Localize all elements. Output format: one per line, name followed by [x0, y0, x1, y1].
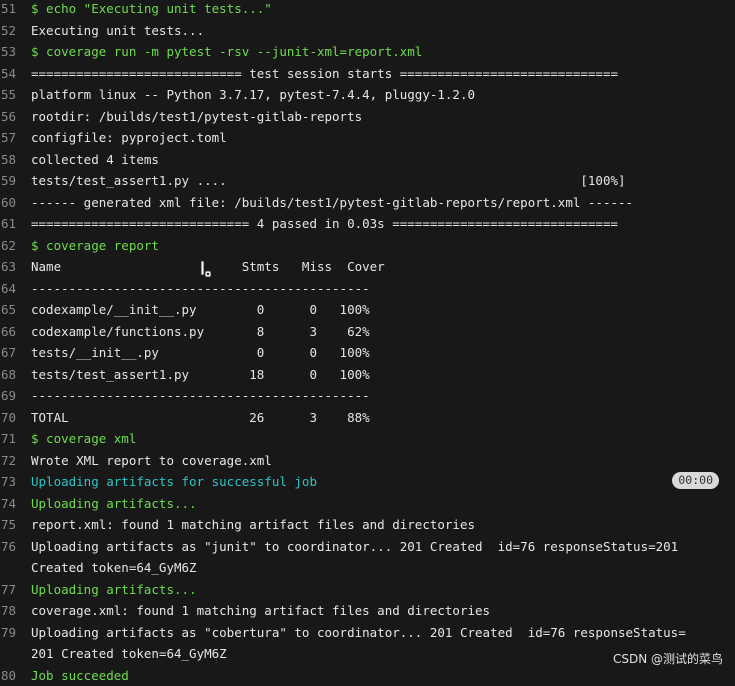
log-line-text: codexample/__init__.py 0 0 100%	[31, 299, 370, 321]
line-number[interactable]: 52	[0, 20, 16, 42]
line-number[interactable]: 74	[0, 493, 16, 515]
line-number[interactable]: 79	[0, 622, 16, 644]
log-line: 71 $ coverage xml	[0, 428, 735, 450]
log-line: 66 codexample/functions.py 8 3 62%	[0, 321, 735, 343]
log-line-text: rootdir: /builds/test1/pytest-gitlab-rep…	[31, 106, 362, 128]
log-line-text: $ echo "Executing unit tests..."	[31, 0, 272, 20]
log-line: 68 tests/test_assert1.py 18 0 100%	[0, 364, 735, 386]
log-line: 55 platform linux -- Python 3.7.17, pytes…	[0, 84, 735, 106]
log-line: 78 coverage.xml: found 1 matching artifac…	[0, 600, 735, 622]
line-number[interactable]: 72	[0, 450, 16, 472]
log-line: 72 Wrote XML report to coverage.xml	[0, 450, 735, 472]
log-line: 76 Uploading artifacts as "junit" to coor…	[0, 536, 735, 558]
log-line-text: collected 4 items	[31, 149, 159, 171]
log-line: 64 --------------------------------------…	[0, 278, 735, 300]
log-line: 52 Executing unit tests...	[0, 20, 735, 42]
log-line: 58 collected 4 items	[0, 149, 735, 171]
log-line-text: ------ generated xml file: /builds/test1…	[31, 192, 633, 214]
log-line-text: platform linux -- Python 3.7.17, pytest-…	[31, 84, 475, 106]
log-line: 59 tests/test_assert1.py .... [100%]	[0, 170, 735, 192]
line-number[interactable]: 70	[0, 407, 16, 429]
log-line: 57 configfile: pyproject.toml	[0, 127, 735, 149]
log-line: 70 TOTAL 26 3 88%	[0, 407, 735, 429]
log-line-text: coverage.xml: found 1 matching artifact …	[31, 600, 490, 622]
log-line-text: $ coverage xml	[31, 428, 136, 450]
line-number[interactable]: 51	[0, 0, 16, 20]
log-line: 56 rootdir: /builds/test1/pytest-gitlab-r…	[0, 106, 735, 128]
log-line: 80 Job succeeded	[0, 665, 735, 686]
watermark: CSDN @测试的菜鸟	[613, 650, 723, 667]
log-line-text: Wrote XML report to coverage.xml	[31, 450, 272, 472]
text-cursor-icon	[199, 260, 213, 280]
line-number[interactable]: 71	[0, 428, 16, 450]
log-line-text: Uploading artifacts...	[31, 493, 197, 515]
log-line-text: Executing unit tests...	[31, 20, 204, 42]
line-number[interactable]: 63	[0, 256, 16, 278]
log-line-text: Uploading artifacts for successful job	[31, 471, 317, 493]
log-line-text: Uploading artifacts as "junit" to coordi…	[31, 536, 678, 558]
log-line: 63Name Stmts Miss Cover	[0, 256, 735, 278]
log-line: 51 $ echo "Executing unit tests..."	[0, 0, 735, 20]
log-line-text: tests/__init__.py 0 0 100%	[31, 342, 370, 364]
log-line: 74 Uploading artifacts...	[0, 493, 735, 515]
section-duration-badge: 00:00	[672, 472, 719, 489]
log-line-text: codexample/functions.py 8 3 62%	[31, 321, 370, 343]
log-line: 60 ------ generated xml file: /builds/tes…	[0, 192, 735, 214]
log-line-text: configfile: pyproject.toml	[31, 127, 227, 149]
line-number[interactable]: 69	[0, 385, 16, 407]
log-line-text: $ coverage run -m pytest -rsv --junit-xm…	[31, 41, 422, 63]
log-line-text: ============================= 4 passed i…	[31, 213, 618, 235]
line-number[interactable]: 68	[0, 364, 16, 386]
log-line: 69 --------------------------------------…	[0, 385, 735, 407]
line-number[interactable]: 56	[0, 106, 16, 128]
line-number[interactable]: 61	[0, 213, 16, 235]
line-number[interactable]: 54	[0, 63, 16, 85]
log-line-text: Uploading artifacts...	[31, 579, 197, 601]
line-number[interactable]: 59	[0, 170, 16, 192]
line-number[interactable]: 77	[0, 579, 16, 601]
log-line-text: tests/test_assert1.py 18 0 100%	[31, 364, 370, 386]
log-line: Created token=64_GyM6Z	[0, 557, 735, 579]
log-line-text: report.xml: found 1 matching artifact fi…	[31, 514, 475, 536]
log-line-text: ----------------------------------------…	[31, 278, 370, 300]
log-line-text: Job succeeded	[31, 665, 129, 686]
log-line: 73 Uploading artifacts for successful job…	[0, 471, 735, 493]
log-line: 77 Uploading artifacts...	[0, 579, 735, 601]
log-line-text: 201 Created token=64_GyM6Z	[31, 643, 227, 665]
log-line: 67 tests/__init__.py 0 0 100%	[0, 342, 735, 364]
line-number[interactable]: 55	[0, 84, 16, 106]
line-number[interactable]: 67	[0, 342, 16, 364]
log-line-text: TOTAL 26 3 88%	[31, 407, 370, 429]
log-line: 54 ============================ test sess…	[0, 63, 735, 85]
log-line-text: ----------------------------------------…	[31, 385, 370, 407]
line-number[interactable]: 60	[0, 192, 16, 214]
line-number[interactable]: 58	[0, 149, 16, 171]
log-line-text: $ coverage report	[31, 235, 159, 257]
log-line: 62 $ coverage report	[0, 235, 735, 257]
line-number[interactable]: 76	[0, 536, 16, 558]
line-number[interactable]: 66	[0, 321, 16, 343]
line-number[interactable]: 73	[0, 471, 16, 493]
log-line: 75 report.xml: found 1 matching artifact …	[0, 514, 735, 536]
log-line: 61 ============================= 4 passed…	[0, 213, 735, 235]
log-line: 65 codexample/__init__.py 0 0 100%	[0, 299, 735, 321]
line-number[interactable]: 62	[0, 235, 16, 257]
line-number[interactable]: 80	[0, 665, 16, 686]
line-number[interactable]: 57	[0, 127, 16, 149]
line-number[interactable]: 78	[0, 600, 16, 622]
log-line-text: Created token=64_GyM6Z	[31, 557, 197, 579]
log-line-text: Uploading artifacts as "cobertura" to co…	[31, 622, 686, 644]
log-line: 53 $ coverage run -m pytest -rsv --junit-…	[0, 41, 735, 63]
job-log: 51 $ echo "Executing unit tests..." 52 Exec…	[0, 0, 735, 686]
log-line: 79 Uploading artifacts as "cobertura" to …	[0, 622, 735, 644]
line-number[interactable]: 75	[0, 514, 16, 536]
line-number[interactable]: 53	[0, 41, 16, 63]
line-number[interactable]: 65	[0, 299, 16, 321]
line-number[interactable]: 64	[0, 278, 16, 300]
log-line-text: ============================ test sessio…	[31, 63, 618, 85]
log-line-text: tests/test_assert1.py .... [100%]	[31, 170, 626, 192]
